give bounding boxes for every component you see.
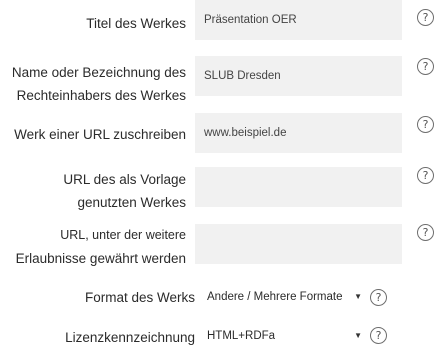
question-circle-icon[interactable]: ? — [417, 224, 434, 241]
label-format-des-werks: Format des Werks — [84, 290, 195, 305]
question-circle-icon[interactable]: ? — [417, 116, 434, 133]
format-des-werks-value: Andere / Mehrere Formate — [207, 291, 343, 303]
titel-des-werkes-input[interactable]: Präsentation OER — [195, 0, 402, 40]
rechteinhaber-input[interactable]: SLUB Dresden — [195, 56, 402, 96]
label-lizenzkennzeichnung: Lizenzkennzeichnung — [65, 330, 195, 345]
werk-url-input[interactable]: www.beispiel.de — [195, 113, 402, 153]
titel-des-werkes-value: Präsentation OER — [204, 14, 297, 26]
question-circle-icon[interactable]: ? — [417, 9, 434, 26]
url-vorlage-input[interactable] — [195, 167, 402, 207]
label-url-vorlage: URL des als Vorlage genutzten Werkes — [63, 172, 186, 210]
werk-url-value: www.beispiel.de — [204, 127, 287, 139]
url-erlaubnisse-input[interactable] — [195, 224, 402, 264]
question-circle-icon[interactable]: ? — [370, 327, 387, 344]
label-titel-des-werkes: Titel des Werkes — [86, 16, 186, 31]
question-circle-icon[interactable]: ? — [370, 289, 387, 306]
question-circle-icon[interactable]: ? — [417, 58, 434, 75]
label-url-erlaubnisse: URL, unter der weitere Erlaubnisse gewäh… — [15, 228, 186, 266]
caret-down-icon: ▼ — [354, 292, 362, 301]
label-rechteinhaber: Name oder Bezeichnung des Rechteinhabers… — [11, 65, 186, 103]
lizenzkennzeichnung-select[interactable]: HTML+RDFa ▼ — [207, 325, 362, 347]
rechteinhaber-value: SLUB Dresden — [204, 70, 281, 82]
format-des-werks-select[interactable]: Andere / Mehrere Formate ▼ — [207, 286, 362, 308]
question-circle-icon[interactable]: ? — [417, 167, 434, 184]
label-werk-url: Werk einer URL zuschreiben — [14, 127, 186, 142]
lizenzkennzeichnung-value: HTML+RDFa — [207, 330, 276, 342]
caret-down-icon: ▼ — [354, 331, 362, 340]
